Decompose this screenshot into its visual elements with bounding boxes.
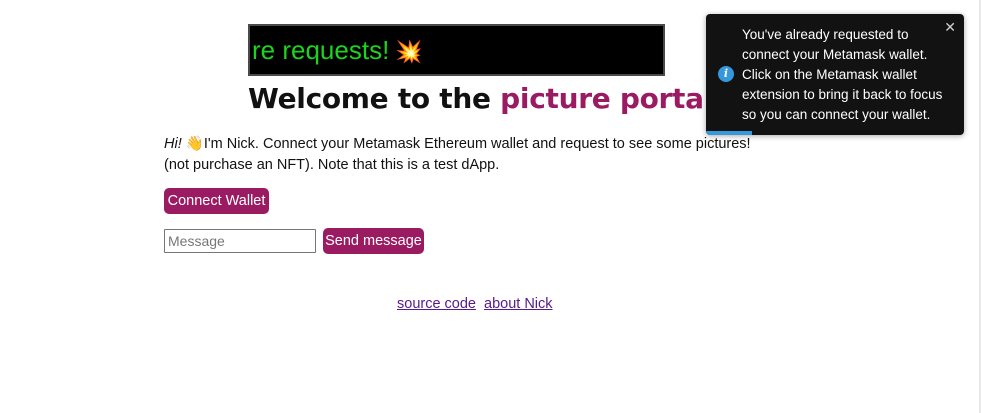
title-prefix: Welcome to the (248, 82, 501, 115)
collision-icon: 💥 (395, 39, 423, 64)
intro-body: I'm Nick. Connect your Metamask Ethereum… (164, 136, 751, 173)
toast-notification: i You've already requested to connect yo… (706, 14, 964, 135)
intro-hi: Hi! (164, 136, 182, 152)
page-title: Welcome to the picture portal 📷 (248, 82, 752, 115)
waving-hand-icon: 👋 (185, 136, 204, 152)
marquee-text-wrap: re requests! 💥 (252, 35, 423, 66)
send-message-button[interactable]: Send message (323, 228, 424, 254)
info-icon: i (718, 66, 734, 82)
source-code-link[interactable]: source code (397, 296, 476, 312)
about-nick-link[interactable]: about Nick (484, 296, 553, 312)
toast-progress-bar (706, 131, 753, 135)
intro-text: Hi! 👋I'm Nick. Connect your Metamask Eth… (164, 134, 754, 176)
title-accent: picture portal (500, 82, 714, 115)
close-icon[interactable]: ✕ (944, 18, 956, 36)
toast-message: You've already requested to connect your… (742, 27, 943, 122)
marquee-text: re requests! (252, 35, 390, 65)
marquee-banner: re requests! 💥 (248, 24, 665, 76)
message-input[interactable] (164, 229, 316, 253)
connect-wallet-button[interactable]: Connect Wallet (164, 188, 269, 214)
